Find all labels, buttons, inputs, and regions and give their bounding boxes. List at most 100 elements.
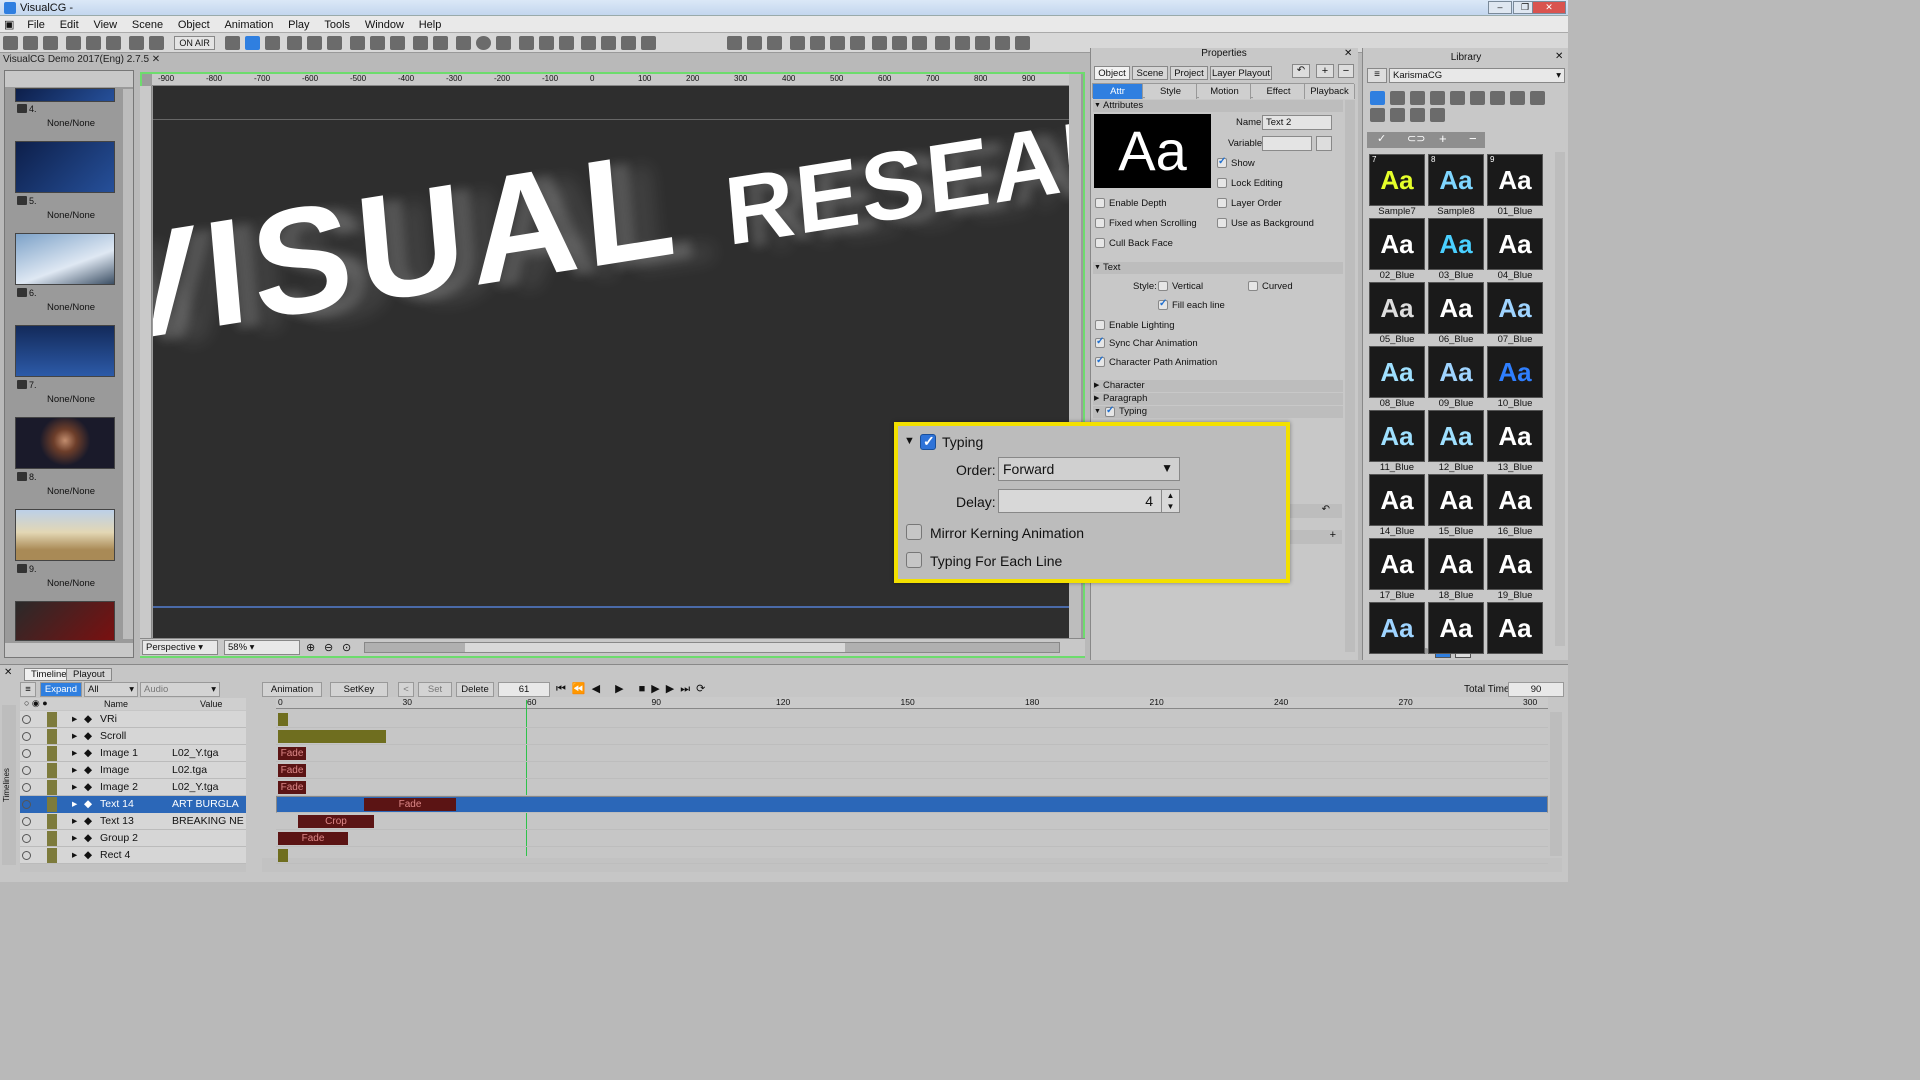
subtab-attr[interactable]: Attr bbox=[1093, 84, 1143, 99]
show-checkbox[interactable] bbox=[1217, 156, 1227, 168]
zoom-fit-icon[interactable]: ⊙ bbox=[342, 641, 351, 654]
fixed-scrolling-checkbox[interactable] bbox=[1095, 218, 1105, 228]
menu-help[interactable]: Help bbox=[413, 17, 448, 33]
layer-row[interactable]: ▸ ◆ Group 2 bbox=[20, 830, 246, 847]
pause-icon[interactable] bbox=[829, 36, 845, 50]
vertical-checkbox[interactable] bbox=[1158, 281, 1168, 291]
menu-animation[interactable]: Animation bbox=[218, 17, 279, 33]
expand-arrow-icon[interactable]: ▸ bbox=[72, 730, 77, 742]
open-icon[interactable] bbox=[23, 36, 38, 50]
audio-select[interactable]: Audio ▾ bbox=[140, 682, 220, 697]
play-out-icon[interactable] bbox=[789, 36, 805, 50]
expand-arrow-icon[interactable]: ▸ bbox=[72, 798, 77, 810]
zoom-select[interactable]: 58% ▾ bbox=[224, 640, 300, 655]
delay-stepper[interactable]: 4 ▲ ▼ bbox=[998, 489, 1180, 513]
library-style-item[interactable]: Aa bbox=[1369, 538, 1425, 590]
timeline-track[interactable] bbox=[276, 847, 1548, 864]
layer-row[interactable]: ▸ ◆ Image 2 L02_Y.tga bbox=[20, 779, 246, 796]
attributes-section-header[interactable]: Attributes bbox=[1093, 100, 1343, 112]
brush-tool-icon[interactable] bbox=[390, 36, 406, 50]
on-air-button[interactable]: ON AIR bbox=[174, 36, 215, 50]
scene-thumbnail[interactable] bbox=[15, 509, 115, 561]
tab-project[interactable]: Project bbox=[1170, 66, 1208, 80]
visibility-toggle[interactable] bbox=[22, 715, 31, 724]
menu-view[interactable]: View bbox=[87, 17, 123, 33]
subtab-style[interactable]: Style bbox=[1145, 84, 1197, 99]
layer-row[interactable]: ▸ ◆ Image L02.tga bbox=[20, 762, 246, 779]
fill-each-line-checkbox[interactable] bbox=[1158, 298, 1168, 310]
thumbnail-scrollbar[interactable] bbox=[123, 89, 133, 639]
document-tab[interactable]: VisualCG Demo 2017(Eng) 2.7.5 ✕ bbox=[3, 54, 163, 67]
scene-thumbnail[interactable] bbox=[15, 141, 115, 193]
rectangle-icon[interactable] bbox=[455, 36, 471, 50]
library-style-item[interactable]: Aa bbox=[1428, 218, 1484, 270]
layer-row[interactable]: ▸ ◆ Scroll bbox=[20, 728, 246, 745]
typing-each-line-checkbox[interactable] bbox=[906, 552, 922, 568]
cull-back-face-checkbox[interactable] bbox=[1095, 238, 1105, 248]
close-icon[interactable]: ✕ bbox=[1555, 51, 1563, 62]
library-style-item[interactable]: Aa bbox=[1428, 474, 1484, 526]
expand-button[interactable]: Expand bbox=[40, 682, 82, 697]
rotate-tool-icon[interactable] bbox=[264, 36, 280, 50]
app-menu-icon[interactable]: ▣ bbox=[0, 16, 18, 33]
close-icon[interactable]: ✕ bbox=[1344, 48, 1352, 59]
scrollbar-thumb[interactable] bbox=[465, 643, 845, 652]
menu-icon[interactable]: ≡ bbox=[1367, 68, 1387, 83]
timeline-track[interactable] bbox=[276, 711, 1548, 728]
animation-clip[interactable]: Crop bbox=[298, 815, 374, 828]
audio-icon[interactable] bbox=[641, 36, 657, 50]
menu-window[interactable]: Window bbox=[359, 17, 410, 33]
cut-icon[interactable] bbox=[65, 36, 81, 50]
minimize-button[interactable]: – bbox=[1488, 1, 1512, 14]
play-icon[interactable] bbox=[809, 36, 825, 50]
canvas-text-object[interactable]: VISUAL RESEARCH bbox=[153, 86, 1069, 379]
visibility-toggle[interactable] bbox=[22, 817, 31, 826]
library-style-item[interactable]: Aa bbox=[1428, 602, 1484, 654]
expand-arrow-icon[interactable]: ▸ bbox=[72, 747, 77, 759]
library-style-item[interactable]: Aa bbox=[1369, 474, 1425, 526]
move-tool-icon[interactable] bbox=[244, 36, 260, 50]
menu-scene[interactable]: Scene bbox=[126, 17, 169, 33]
menu-object[interactable]: Object bbox=[172, 17, 216, 33]
library-style-item[interactable]: Aa bbox=[1428, 154, 1484, 206]
remove-icon[interactable]: − bbox=[1338, 64, 1354, 78]
layer-row[interactable]: ▸ ◆ Image 1 L02_Y.tga bbox=[20, 745, 246, 762]
library-style-item[interactable]: Aa bbox=[1428, 538, 1484, 590]
layer-2-icon[interactable] bbox=[892, 36, 908, 50]
thumbnail-nav-bar[interactable] bbox=[5, 643, 133, 657]
image-icon[interactable] bbox=[1450, 91, 1465, 105]
align-center-icon[interactable] bbox=[975, 36, 991, 50]
visibility-toggle[interactable] bbox=[22, 749, 31, 758]
typing-section-header[interactable]: Typing bbox=[1093, 405, 1343, 418]
stepper-arrows-icon[interactable]: ▲ ▼ bbox=[1161, 490, 1179, 512]
material-icon[interactable] bbox=[1410, 91, 1425, 105]
particle-icon[interactable] bbox=[1370, 108, 1385, 122]
transport-controls[interactable]: ⏮⏪◀ ▶ ■▶▶⏭⟳ bbox=[556, 682, 711, 696]
setkey-button[interactable]: SetKey bbox=[330, 682, 388, 697]
library-style-item[interactable]: Aa bbox=[1428, 410, 1484, 462]
pen-tool-icon[interactable] bbox=[370, 36, 386, 50]
library-style-item[interactable]: Aa bbox=[1369, 602, 1425, 654]
library-style-item[interactable]: Aa bbox=[1487, 474, 1543, 526]
subtab-effect[interactable]: Effect bbox=[1253, 84, 1305, 99]
library-style-item[interactable]: Aa bbox=[1487, 282, 1543, 334]
paragraph-section-header[interactable]: Paragraph bbox=[1093, 393, 1343, 405]
color-tool-icon[interactable] bbox=[307, 36, 323, 50]
subtab-motion[interactable]: Motion bbox=[1199, 84, 1251, 99]
play-cue-icon[interactable] bbox=[746, 36, 762, 50]
zoom-tool-icon[interactable] bbox=[327, 36, 343, 50]
copy-icon[interactable] bbox=[85, 36, 101, 50]
3d-object-icon[interactable] bbox=[1390, 91, 1405, 105]
ticker-icon[interactable] bbox=[601, 36, 617, 50]
library-scrollbar[interactable] bbox=[1555, 152, 1565, 646]
library-style-item[interactable]: Aa bbox=[1487, 538, 1543, 590]
curved-checkbox[interactable] bbox=[1248, 281, 1258, 291]
reset-icon[interactable]: ↶ bbox=[1322, 504, 1330, 515]
spacing-icon[interactable] bbox=[1015, 36, 1031, 50]
timeline-track[interactable] bbox=[276, 796, 1548, 813]
expand-arrow-icon[interactable]: ▸ bbox=[72, 815, 77, 827]
link-icon[interactable] bbox=[432, 36, 448, 50]
expand-arrow-icon[interactable]: ▸ bbox=[72, 832, 77, 844]
library-style-item[interactable]: Aa bbox=[1487, 218, 1543, 270]
enable-depth-checkbox[interactable] bbox=[1095, 198, 1105, 208]
